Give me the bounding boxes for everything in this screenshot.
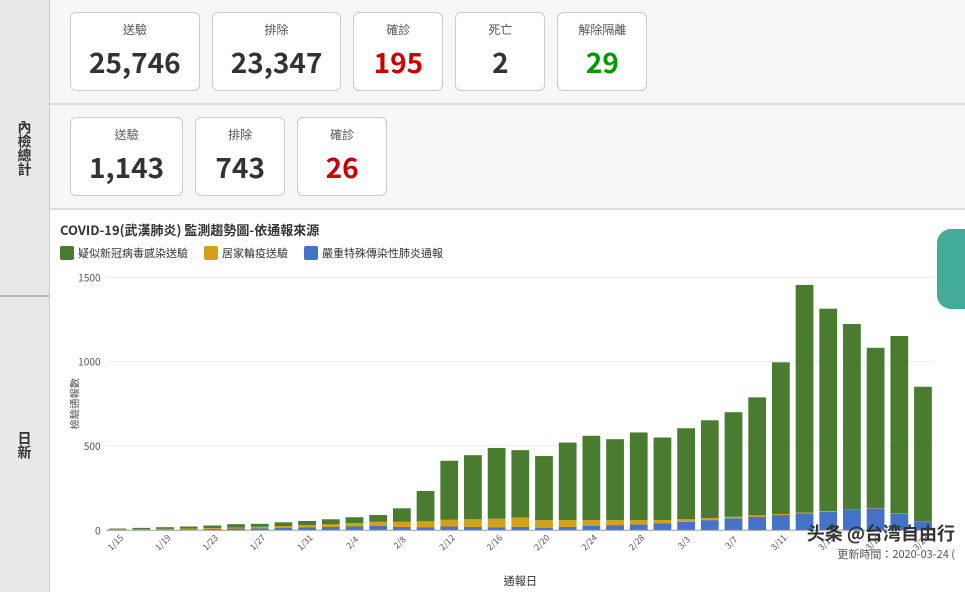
daily-excluded-value: 743 (215, 147, 265, 187)
legend-yellow: 居家輪疫送驗 (204, 245, 288, 261)
daily-sent-value: 1,143 (89, 147, 164, 187)
total-sent-label: 送驗 (123, 21, 147, 38)
svg-text:1500: 1500 (78, 269, 101, 284)
svg-text:1/19: 1/19 (152, 531, 174, 553)
svg-text:通報日: 通報日 (504, 573, 538, 587)
daily-sent-label: 送驗 (115, 126, 139, 143)
svg-text:1/23: 1/23 (199, 531, 221, 553)
total-excluded-label: 排除 (265, 21, 289, 38)
daily-excluded-label: 排除 (228, 126, 252, 143)
svg-text:2/24: 2/24 (578, 531, 600, 553)
daily-stats-row: 送驗 1,143 排除 743 確診 26 (50, 105, 965, 210)
legend-green-color (60, 246, 74, 260)
total-excluded-card: 排除 23,347 (212, 12, 342, 91)
chart-legend: 疑似新冠病毒感染送驗 居家輪疫送驗 嚴重特殊傳染性肺炎通報 (60, 245, 945, 261)
total-stats-row: 送驗 25,746 排除 23,347 確診 195 死亡 2 解除隔離 29 (50, 0, 965, 105)
svg-text:檢驗通報數: 檢驗通報數 (66, 378, 81, 430)
svg-text:2/16: 2/16 (483, 531, 505, 553)
total-death-label: 死亡 (488, 21, 512, 38)
dashboard: 內檢總計 日新 送驗 25,746 排除 23,347 確診 195 死亡 2 (0, 0, 965, 592)
svg-text:500: 500 (84, 438, 101, 453)
right-content: 送驗 25,746 排除 23,347 確診 195 死亡 2 解除隔離 29 (50, 0, 965, 592)
svg-text:1/15: 1/15 (104, 531, 126, 553)
total-released-card: 解除隔離 29 (557, 12, 647, 91)
daily-sent-card: 送驗 1,143 (70, 117, 183, 196)
legend-blue: 嚴重特殊傳染性肺炎通報 (304, 245, 443, 261)
total-label: 內檢總計 (0, 0, 49, 297)
daily-confirmed-value: 26 (326, 147, 359, 187)
total-confirmed-value: 195 (374, 42, 424, 82)
chart-section: COVID-19(武漢肺炎) 監測趨勢圖-依通報來源 疑似新冠病毒感染送驗 居家… (50, 210, 965, 592)
svg-text:1/31: 1/31 (294, 531, 316, 553)
svg-text:3/11: 3/11 (768, 531, 790, 553)
daily-excluded-card: 排除 743 (195, 117, 285, 196)
svg-text:2/12: 2/12 (436, 531, 458, 553)
legend-green: 疑似新冠病毒感染送驗 (60, 245, 188, 261)
total-confirmed-label: 確診 (386, 21, 410, 38)
svg-text:1/27: 1/27 (246, 531, 268, 553)
total-released-value: 29 (586, 42, 619, 82)
svg-text:3/7: 3/7 (722, 533, 740, 552)
svg-text:2/20: 2/20 (531, 531, 553, 553)
svg-text:2/8: 2/8 (390, 533, 408, 552)
total-confirmed-card: 確診 195 (353, 12, 443, 91)
svg-text:3/3: 3/3 (675, 533, 693, 552)
watermark-update: 更新時間：2020-03-24 ( (807, 546, 955, 562)
daily-label: 日新 (0, 297, 49, 592)
legend-yellow-label: 居家輪疫送驗 (222, 245, 288, 261)
total-sent-card: 送驗 25,746 (70, 12, 200, 91)
legend-green-label: 疑似新冠病毒感染送驗 (78, 245, 188, 261)
total-released-label: 解除隔離 (578, 21, 626, 38)
green-side-tab[interactable] (937, 229, 965, 309)
legend-blue-label: 嚴重特殊傳染性肺炎通報 (322, 245, 443, 261)
svg-text:1000: 1000 (78, 354, 101, 369)
legend-blue-color (304, 246, 318, 260)
watermark-brand: 头条 @台湾自由行 (807, 520, 955, 546)
svg-text:2/28: 2/28 (625, 531, 647, 553)
daily-confirmed-label: 確診 (330, 126, 354, 143)
total-death-value: 2 (492, 42, 509, 82)
chart-title: COVID-19(武漢肺炎) 監測趨勢圖-依通報來源 (60, 220, 945, 239)
daily-confirmed-card: 確診 26 (297, 117, 387, 196)
svg-text:0: 0 (95, 522, 101, 537)
watermark: 头条 @台湾自由行 更新時間：2020-03-24 ( (807, 520, 955, 562)
svg-text:2/4: 2/4 (343, 533, 361, 552)
total-death-card: 死亡 2 (455, 12, 545, 91)
left-labels: 內檢總計 日新 (0, 0, 50, 592)
total-excluded-value: 23,347 (231, 42, 323, 82)
total-sent-value: 25,746 (89, 42, 181, 82)
legend-yellow-color (204, 246, 218, 260)
